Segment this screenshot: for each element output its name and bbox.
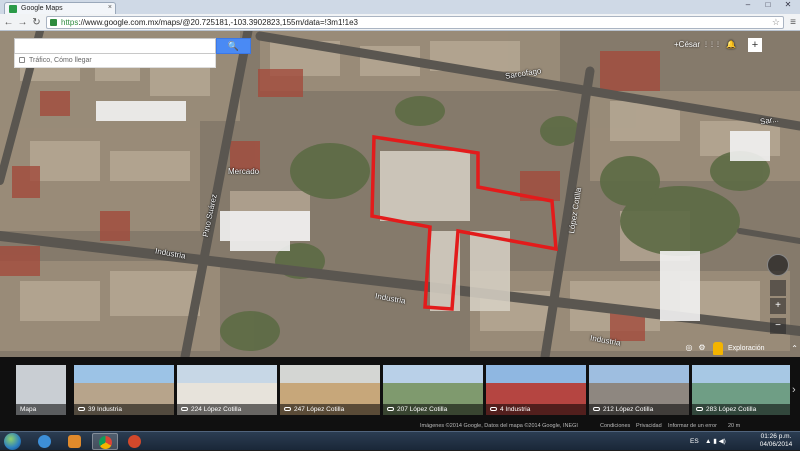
- filmstrip-item[interactable]: 212 López Cotilla: [589, 365, 689, 415]
- satellite-map[interactable]: Sarcofago Sar... Industria Industria Ind…: [0, 31, 800, 357]
- tab-close-icon[interactable]: ×: [108, 4, 112, 11]
- window-maximize-button[interactable]: □: [758, 0, 778, 12]
- tab-google-maps[interactable]: Google Maps ×: [4, 2, 116, 14]
- filmstrip-caption: 283 López Cotilla: [692, 404, 790, 415]
- lock-icon: [50, 19, 57, 26]
- start-button[interactable]: [4, 433, 21, 450]
- search-button[interactable]: 🔍: [216, 38, 251, 54]
- taskbar-chrome[interactable]: [92, 433, 118, 450]
- filmstrip-item[interactable]: 4 Industria: [486, 365, 586, 415]
- filmstrip-item[interactable]: 283 López Cotilla: [692, 365, 790, 415]
- filmstrip-caption: 224 López Cotilla: [177, 404, 277, 415]
- report-error-link[interactable]: Informar de un error: [668, 421, 717, 431]
- apps-grid-icon[interactable]: ⋮⋮⋮: [703, 38, 721, 52]
- filmstrip-caption: 39 Industria: [74, 404, 174, 415]
- internet-explorer-icon: [38, 435, 51, 448]
- compass-rotate-icon[interactable]: [767, 254, 789, 276]
- zoom-in-button[interactable]: +: [770, 298, 786, 314]
- taskbar-internet-explorer[interactable]: [32, 433, 58, 450]
- map-pan-control[interactable]: [770, 280, 786, 296]
- tray-icons[interactable]: ▲ ▮ ◀): [705, 432, 726, 451]
- explore-button[interactable]: Exploración ⌃: [728, 343, 798, 355]
- chrome-menu-button[interactable]: ≡: [787, 16, 799, 29]
- filmstrip-caption: 212 López Cotilla: [589, 404, 689, 415]
- clock-date: 04/06/2014: [759, 441, 793, 448]
- location-icon[interactable]: ◎: [684, 343, 694, 353]
- streetview-icon: [387, 407, 394, 412]
- share-plus-button[interactable]: +: [748, 38, 762, 52]
- imagery-attribution: Imágenes ©2014 Google, Datos del mapa ©2…: [420, 423, 578, 429]
- directions-icon: [19, 57, 25, 63]
- address-bar[interactable]: https://www.google.com.mx/maps/@20.72518…: [46, 16, 784, 29]
- chevron-up-icon: ⌃: [791, 344, 798, 353]
- window-minimize-button[interactable]: –: [738, 0, 758, 12]
- browser-toolbar: ← → ↻ https://www.google.com.mx/maps/@20…: [0, 14, 800, 31]
- streetview-icon: [593, 407, 600, 412]
- chrome-icon: [99, 436, 112, 449]
- filmstrip-next-icon[interactable]: ›: [792, 381, 800, 399]
- windows-taskbar: ES ▲ ▮ ◀) 01:26 p.m. 04/06/2014: [0, 431, 800, 450]
- filmstrip-caption: 4 Industria: [486, 404, 586, 415]
- system-clock[interactable]: 01:26 p.m. 04/06/2014: [754, 433, 798, 450]
- streetview-icon: [181, 407, 188, 412]
- filmstrip-caption: Mapa: [16, 404, 66, 415]
- window-close-button[interactable]: ✕: [778, 0, 798, 12]
- taskbar-app[interactable]: [122, 433, 148, 450]
- taskbar-media-player[interactable]: [62, 433, 88, 450]
- tab-title: Google Maps: [21, 5, 63, 12]
- filmstrip-item[interactable]: 224 López Cotilla: [177, 365, 277, 415]
- streetview-icon: [284, 407, 291, 412]
- filmstrip-item[interactable]: 207 López Cotilla: [383, 365, 483, 415]
- traffic-directions-link[interactable]: Tráfico, Cómo llegar: [14, 54, 216, 68]
- pegman-streetview-icon[interactable]: [713, 342, 723, 355]
- filmstrip-item[interactable]: 39 Industria: [74, 365, 174, 415]
- bookmark-star-icon[interactable]: ☆: [772, 17, 780, 28]
- paw-app-icon: [128, 435, 141, 448]
- forward-button[interactable]: →: [16, 16, 29, 29]
- user-account-link[interactable]: +César: [674, 38, 700, 52]
- streetview-icon: [490, 407, 497, 412]
- streetview-icon: [696, 407, 703, 412]
- reload-button[interactable]: ↻: [30, 16, 43, 29]
- zoom-out-button[interactable]: −: [770, 318, 786, 334]
- privacy-link[interactable]: Privacidad: [636, 421, 662, 431]
- filmstrip-caption: 207 López Cotilla: [383, 404, 483, 415]
- scale-bar: 20 m: [728, 423, 741, 429]
- map-footer: Imágenes ©2014 Google, Datos del mapa ©2…: [0, 421, 800, 431]
- filmstrip-item-map[interactable]: Mapa: [16, 365, 66, 415]
- media-player-icon: [68, 435, 81, 448]
- search-input[interactable]: [14, 38, 216, 54]
- terms-link[interactable]: Condiciones: [600, 421, 630, 431]
- filmstrip-item[interactable]: 247 López Cotilla: [280, 365, 380, 415]
- filmstrip-caption: 247 López Cotilla: [280, 404, 380, 415]
- settings-gear-icon[interactable]: ⚙: [697, 343, 707, 353]
- clock-time: 01:26 p.m.: [760, 433, 792, 440]
- traffic-label: Tráfico, Cómo llegar: [29, 57, 92, 64]
- notifications-bell-icon[interactable]: 🔔: [726, 38, 736, 52]
- back-button[interactable]: ←: [2, 16, 15, 29]
- language-indicator[interactable]: ES: [690, 432, 699, 451]
- url-rest: ://www.google.com.mx/maps/@20.725181,-10…: [78, 18, 358, 27]
- google-maps-favicon-icon: [9, 5, 17, 13]
- street-label: Mercado: [228, 167, 260, 176]
- url-scheme: https: [61, 18, 79, 27]
- explore-label: Exploración: [728, 345, 765, 352]
- photo-filmstrip: Mapa 39 Industria 224 López Cotilla 247 …: [0, 357, 800, 421]
- satellite-imagery: [0, 31, 800, 357]
- streetview-icon: [78, 407, 85, 412]
